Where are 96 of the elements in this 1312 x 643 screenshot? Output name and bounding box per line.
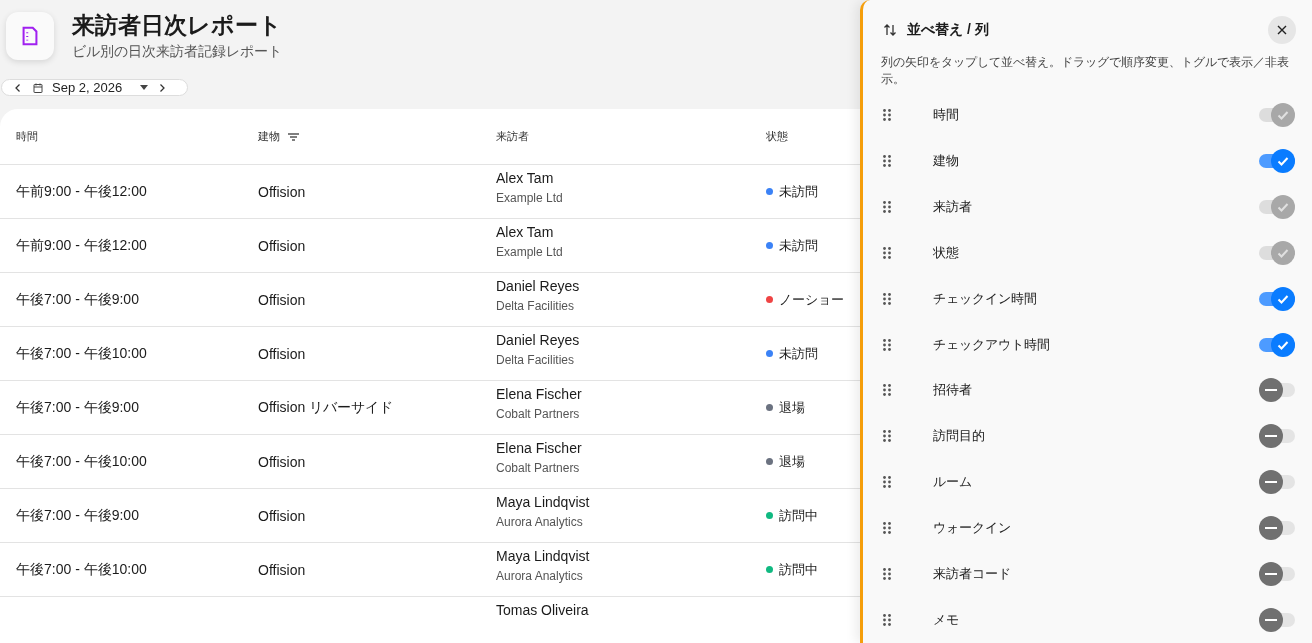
visitor-name: Tomas Oliveira: [496, 602, 590, 618]
time-cell: 午後7:00 - 午後10:00: [16, 561, 147, 577]
visibility-toggle[interactable]: [1258, 515, 1296, 542]
status-text: 退場: [779, 452, 805, 471]
drag-handle-icon[interactable]: [883, 246, 891, 259]
column-label: 招待者: [933, 381, 973, 400]
date-text: Sep 2, 2026: [52, 80, 123, 95]
column-label: チェックイン時間: [933, 289, 1038, 308]
visibility-toggle[interactable]: [1258, 423, 1296, 450]
building-cell: Offision: [258, 345, 306, 362]
building-cell: Offision リバーサイド: [258, 399, 394, 415]
visitor-company: Aurora Analytics: [496, 569, 584, 583]
sort-icon: [883, 23, 897, 37]
time-cell: 午後7:00 - 午後10:00: [16, 345, 147, 361]
column-label: ルーム: [933, 473, 973, 492]
building-cell: Offision: [258, 291, 306, 308]
visibility-toggle[interactable]: [1258, 147, 1296, 174]
status-text: 未訪問: [779, 344, 818, 363]
visitor-name: Maya Lindqvist: [496, 494, 591, 510]
visitor-name: Maya Lindqvist: [496, 548, 591, 564]
visitor-company: Example Ltd: [496, 191, 564, 205]
drag-handle-icon[interactable]: [883, 108, 891, 121]
time-cell: 午後7:00 - 午後9:00: [16, 399, 139, 415]
status-text: ノーショー: [779, 290, 844, 309]
status-text: 未訪問: [779, 182, 818, 201]
minus-icon: [1265, 481, 1277, 484]
visitor-company: Aurora Analytics: [496, 515, 584, 529]
minus-icon: [1265, 619, 1277, 622]
time-cell: 午前9:00 - 午後12:00: [16, 183, 147, 199]
status-text: 退場: [779, 398, 805, 417]
drag-handle-icon[interactable]: [883, 568, 891, 581]
column-header[interactable]: 時間: [16, 129, 38, 144]
column-label: 来訪者: [933, 197, 973, 216]
visibility-toggle[interactable]: [1258, 377, 1296, 404]
visitor-company: Example Ltd: [496, 245, 564, 259]
drag-handle-icon[interactable]: [883, 522, 891, 535]
calendar-icon: [32, 81, 44, 94]
visitor-name: Daniel Reyes: [496, 332, 581, 348]
drag-handle-icon[interactable]: [883, 338, 891, 351]
visibility-toggle[interactable]: [1258, 607, 1296, 634]
panel-title: 並べ替え / 列: [907, 21, 990, 39]
column-header[interactable]: 建物: [258, 129, 280, 144]
column-label: 建物: [933, 151, 960, 170]
drag-handle-icon[interactable]: [883, 430, 891, 443]
visibility-toggle[interactable]: [1258, 469, 1296, 496]
minus-icon: [1265, 435, 1277, 438]
column-label: チェックアウト時間: [933, 335, 1051, 354]
minus-icon: [1265, 573, 1277, 576]
minus-icon: [1265, 389, 1277, 392]
building-cell: Offision: [258, 561, 306, 578]
date-picker[interactable]: Sep 2, 2026: [1, 79, 188, 96]
column-label: ウォークイン: [933, 519, 1012, 538]
column-label: 来訪者コード: [933, 565, 1012, 584]
close-button[interactable]: [1268, 16, 1296, 44]
building-cell: Offision: [258, 183, 306, 200]
column-label: 訪問目的: [933, 427, 986, 446]
close-icon: [1277, 25, 1287, 35]
status-text: 訪問中: [779, 506, 818, 525]
drag-handle-icon[interactable]: [883, 200, 891, 213]
caret-icon[interactable]: [140, 85, 149, 90]
page-title: 来訪者日次レポート: [72, 11, 282, 40]
visibility-toggle[interactable]: [1258, 285, 1296, 312]
visitor-name: Elena Fischer: [496, 440, 583, 456]
building-cell: Offision: [258, 507, 306, 524]
panel-description: 列の矢印をタップして並べ替え。ドラッグで順序変更、トグルで表示／非表示。: [881, 54, 1290, 88]
drag-handle-icon[interactable]: [883, 384, 891, 397]
filter-icon[interactable]: [288, 132, 299, 141]
column-header[interactable]: 状態: [766, 129, 788, 144]
time-cell: 午後7:00 - 午後9:00: [16, 291, 139, 307]
column-header[interactable]: 来訪者: [496, 129, 529, 144]
minus-icon: [1265, 527, 1277, 530]
column-label: 時間: [933, 105, 960, 124]
visitor-name: Elena Fischer: [496, 386, 583, 402]
visitor-name: Alex Tam: [496, 224, 555, 240]
page-subtitle: ビル別の日次来訪者記録レポート: [72, 43, 282, 61]
visitor-name: Daniel Reyes: [496, 278, 581, 294]
visibility-toggle[interactable]: [1258, 561, 1296, 588]
time-cell: 午後7:00 - 午後9:00: [16, 507, 139, 523]
column-label: メモ: [933, 611, 960, 630]
status-text: 訪問中: [779, 560, 818, 579]
drag-handle-icon[interactable]: [883, 154, 891, 167]
visitor-company: Delta Facilities: [496, 299, 576, 313]
building-cell: Offision: [258, 453, 306, 470]
visibility-toggle[interactable]: [1258, 331, 1296, 358]
visitor-name: Alex Tam: [496, 170, 555, 186]
building-cell: Offision: [258, 237, 306, 254]
visitor-company: Cobalt Partners: [496, 407, 581, 421]
drag-handle-icon[interactable]: [883, 614, 891, 627]
drag-handle-icon[interactable]: [883, 476, 891, 489]
column-label: 状態: [933, 243, 960, 262]
time-cell: 午前9:00 - 午後12:00: [16, 237, 147, 253]
visitor-company: Cobalt Partners: [496, 461, 581, 475]
drag-handle-icon[interactable]: [883, 292, 891, 305]
time-cell: 午後7:00 - 午後10:00: [16, 453, 147, 469]
status-text: 未訪問: [779, 236, 818, 255]
visitor-company: Delta Facilities: [496, 353, 576, 367]
